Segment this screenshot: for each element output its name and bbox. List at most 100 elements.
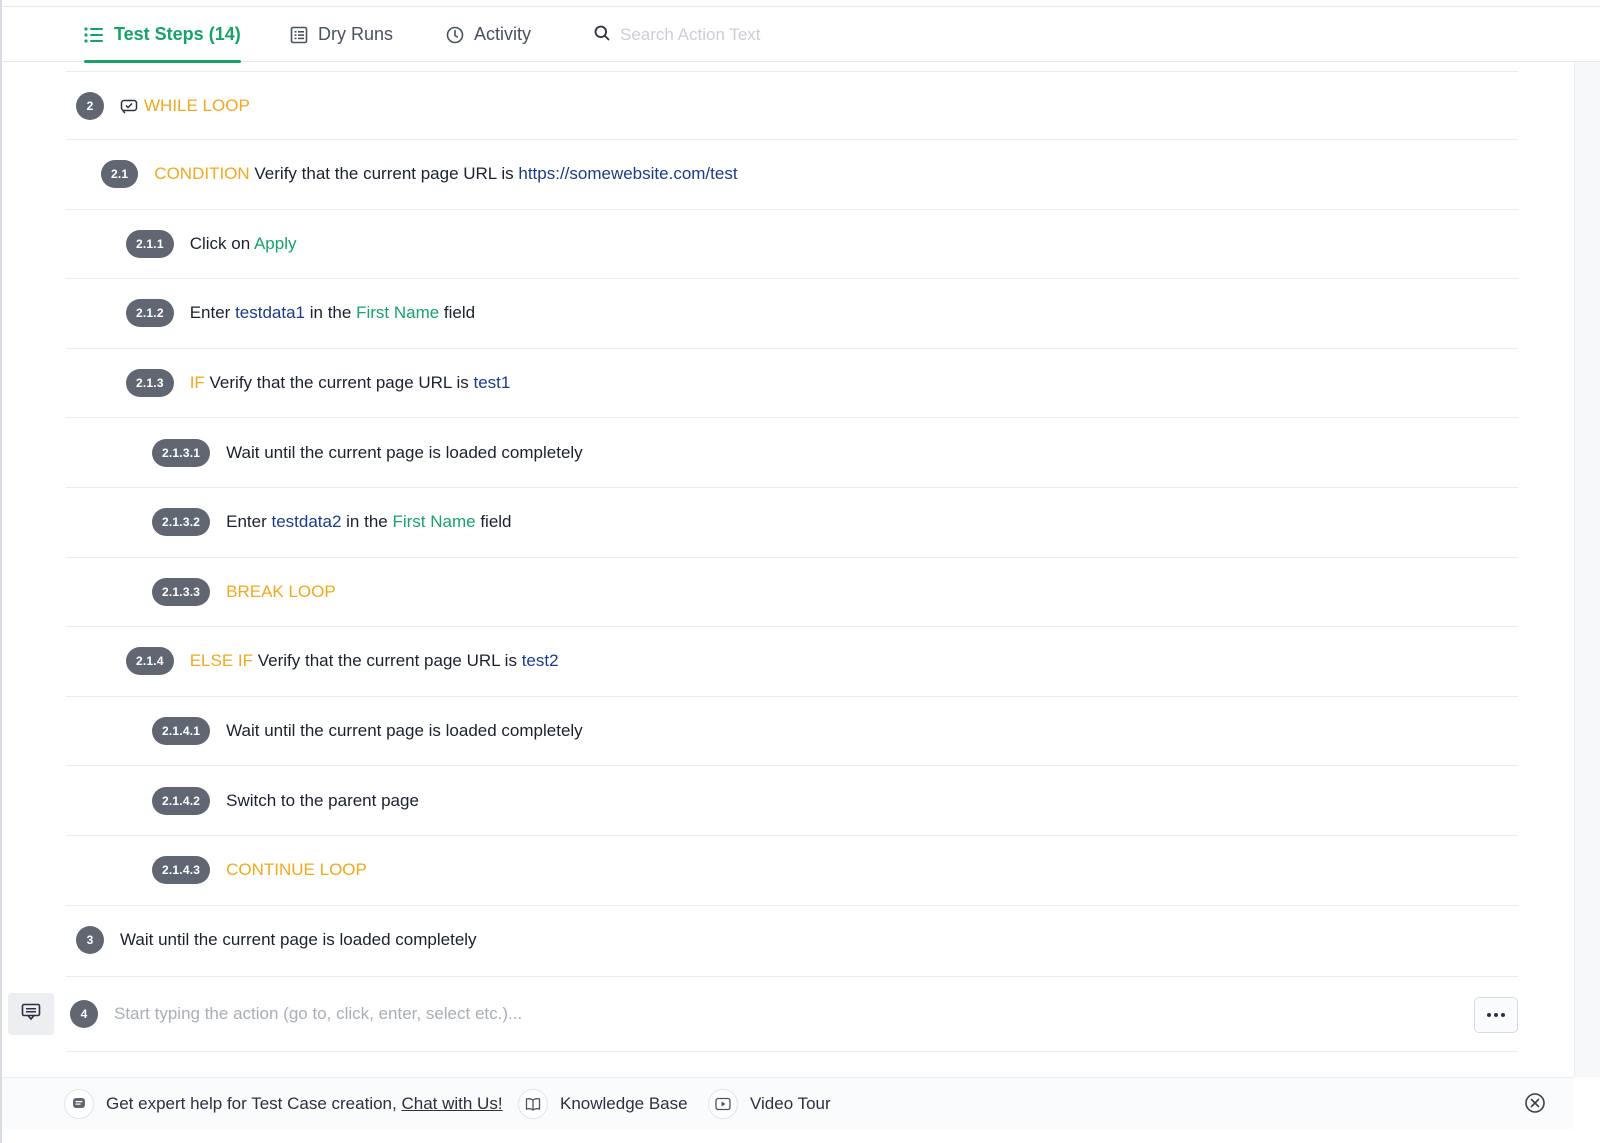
help-text-label: Get expert help for Test Case creation, — [106, 1094, 397, 1113]
search-input[interactable] — [620, 25, 820, 45]
step-action-text: Wait until the current page is loaded co… — [226, 721, 583, 741]
video-tour-link[interactable]: Video Tour — [708, 1089, 831, 1119]
step-number-badge: 2.1.4.2 — [152, 786, 211, 815]
step-keyword: BREAK LOOP — [226, 581, 336, 601]
step-element[interactable]: Apply — [254, 234, 297, 253]
tab-label: Test Steps (14) — [114, 24, 241, 44]
test-step-row[interactable]: 2.1.3.1 Wait until the current page is lo… — [66, 417, 1518, 487]
tab-test-steps[interactable]: Test Steps (14) — [84, 7, 241, 63]
knowledge-base-link[interactable]: Knowledge Base — [518, 1089, 688, 1119]
step-text: Verify that the current page URL is — [253, 651, 522, 671]
book-icon — [518, 1089, 548, 1119]
step-number-badge: 2.1.1 — [126, 229, 174, 258]
step-text: Click on — [189, 233, 254, 253]
step-action-text: CONTINUE LOOP — [226, 860, 367, 880]
step-number-badge: 2.1.3 — [126, 369, 174, 398]
test-step-row[interactable]: 2.1.4.3 CONTINUE LOOP — [66, 834, 1518, 905]
test-step-row[interactable]: 2.1.3 IF Verify that the current page URL… — [66, 347, 1518, 418]
more-dot-icon — [1501, 1013, 1505, 1017]
help-chat-section: Get expert help for Test Case creation, … — [64, 1089, 503, 1119]
step-action-text: Click on Apply — [190, 234, 297, 254]
help-footer: Get expert help for Test Case creation, … — [2, 1077, 1574, 1129]
message-icon — [64, 1089, 94, 1119]
step-text: in the — [341, 512, 393, 532]
tab-dry-runs[interactable]: Dry Runs — [290, 7, 393, 62]
test-step-row[interactable]: 2.1.4.1 Wait until the current page is lo… — [66, 695, 1518, 766]
step-number-badge: 2.1.3.3 — [152, 577, 211, 606]
step-keyword: CONDITION — [154, 164, 250, 184]
step-keyword: WHILE LOOP — [144, 95, 250, 115]
step-number-badge: 2.1.4.3 — [152, 856, 211, 885]
test-step-row[interactable]: 2.1.4 ELSE IF Verify that the current pag… — [66, 626, 1518, 696]
test-step-row[interactable]: 3 Wait until the current page is loaded c… — [66, 904, 1518, 975]
step-number-badge: 2 — [76, 91, 104, 120]
step-action-text: IF Verify that the current page URL is t… — [190, 373, 511, 393]
step-action-text: CONDITION Verify that the current page U… — [154, 164, 737, 184]
step-action-text: Switch to the parent page — [226, 791, 419, 811]
new-step-input[interactable] — [114, 1004, 1394, 1024]
test-step-row[interactable]: 2.1.4.2 Switch to the parent page — [66, 765, 1518, 835]
step-action-text: Wait until the current page is loaded co… — [226, 443, 583, 463]
chat-icon — [21, 1003, 41, 1026]
step-text: Enter — [189, 303, 236, 323]
clock-icon — [446, 26, 464, 44]
tab-label: Activity — [474, 24, 532, 44]
step-text: Wait until the current page is loaded co… — [226, 721, 583, 741]
step-test-data[interactable]: testdata2 — [271, 512, 341, 531]
step-text: Verify that the current page URL is — [249, 164, 519, 184]
step-text: Wait until the current page is loaded co… — [226, 442, 583, 462]
step-action-text: ELSE IF Verify that the current page URL… — [190, 651, 559, 671]
list-icon — [84, 26, 104, 44]
step-number-badge: 2.1.4.1 — [152, 717, 211, 746]
more-dot-icon — [1487, 1013, 1491, 1017]
step-text: field — [475, 512, 512, 532]
step-test-data[interactable]: test2 — [522, 651, 559, 670]
step-keyword: ELSE IF — [189, 651, 254, 671]
step-number-badge: 2.1.4 — [126, 647, 174, 676]
test-step-row[interactable]: 2.1.1 Click on Apply — [66, 208, 1518, 279]
loop-icon — [120, 97, 138, 115]
tab-label: Dry Runs — [318, 24, 394, 44]
chat-with-us-link[interactable]: Chat with Us! — [401, 1094, 502, 1113]
test-step-row[interactable]: 2.1 CONDITION Verify that the current pag… — [66, 139, 1518, 209]
test-step-row[interactable]: 2.1.3.3 BREAK LOOP — [66, 556, 1518, 627]
step-text: field — [439, 303, 476, 323]
step-test-data[interactable]: testdata1 — [235, 303, 305, 322]
step-test-data[interactable]: https://somewebsite.com/test — [518, 164, 737, 183]
tab-bar: Test Steps (14) Dry Runs Activity — [2, 6, 1600, 63]
scrollbar-track[interactable] — [1574, 62, 1600, 1077]
search-box — [594, 19, 834, 51]
more-options-button[interactable] — [1474, 997, 1518, 1033]
step-action-text: WHILE LOOP — [144, 96, 250, 116]
step-action-text: Wait until the current page is loaded co… — [120, 930, 477, 950]
step-test-data[interactable]: test1 — [473, 373, 510, 392]
help-text: Get expert help for Test Case creation, … — [106, 1094, 503, 1114]
report-icon — [290, 26, 308, 44]
step-number-badge: 2.1 — [101, 160, 139, 189]
step-action-text: Enter testdata2 in the First Name field — [226, 512, 511, 532]
test-steps-list: 2 WHILE LOOP 2.1 CONDITION Verify that the … — [66, 71, 1518, 974]
step-text: Verify that the current page URL is — [204, 373, 474, 393]
test-step-row[interactable]: 2 WHILE LOOP — [66, 71, 1518, 139]
knowledge-base-label: Knowledge Base — [560, 1094, 688, 1113]
step-element[interactable]: First Name — [392, 512, 475, 531]
step-action-text: BREAK LOOP — [226, 582, 336, 602]
step-text: Enter — [226, 512, 272, 532]
step-text: in the — [305, 303, 357, 323]
video-icon — [708, 1089, 738, 1119]
step-number-badge: 2.1.3.2 — [152, 508, 211, 537]
step-number-badge: 2.1.3.1 — [152, 438, 211, 467]
step-number-badge: 2.1.2 — [126, 299, 174, 328]
step-keyword: CONTINUE LOOP — [226, 860, 367, 880]
step-number-badge: 4 — [70, 1000, 98, 1028]
step-element[interactable]: First Name — [356, 303, 439, 322]
video-tour-label: Video Tour — [750, 1094, 831, 1113]
chat-widget-button[interactable] — [8, 993, 54, 1035]
tab-activity[interactable]: Activity — [446, 7, 531, 62]
window-left-border — [0, 0, 2, 1143]
test-step-row[interactable]: 2.1.2 Enter testdata1 in the First Name f… — [66, 278, 1518, 348]
step-action-text: Enter testdata1 in the First Name field — [190, 303, 475, 323]
step-keyword: IF — [189, 373, 205, 393]
test-step-row[interactable]: 2.1.3.2 Enter testdata2 in the First Name… — [66, 486, 1518, 557]
close-footer-icon[interactable] — [1524, 1092, 1546, 1119]
